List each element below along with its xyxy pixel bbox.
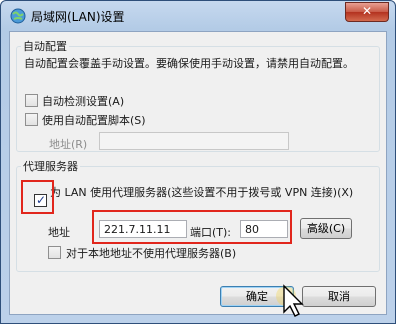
close-button[interactable]: ✕ — [345, 2, 389, 22]
globe-network-icon — [10, 8, 26, 24]
script-address-label: 地址(R) — [49, 138, 88, 151]
title-bar[interactable]: 局域网(LAN)设置 ✕ — [1, 1, 395, 29]
use-proxy-highlight-box — [21, 180, 54, 214]
dialog-client-area: 自动配置 自动配置会覆盖手动设置。要确保使用手动设置，请禁用自动配置。 自动检测… — [9, 31, 387, 315]
auto-detect-label[interactable]: 自动检测设置(A) — [42, 93, 124, 109]
auto-detect-checkbox[interactable] — [25, 94, 38, 107]
bypass-local-checkbox[interactable] — [48, 246, 61, 259]
auto-config-legend: 自动配置 — [23, 40, 67, 53]
use-proxy-label[interactable]: 为 LAN 使用代理服务器(这些设置不用于拨号或 VPN 连接)(X) — [50, 186, 368, 199]
cancel-button[interactable]: 取消 — [302, 286, 376, 307]
mouse-pointer-icon — [276, 284, 304, 317]
window-title: 局域网(LAN)设置 — [31, 10, 125, 24]
auto-config-description: 自动配置会覆盖手动设置。要确保使用手动设置，请禁用自动配置。 — [24, 57, 354, 70]
proxy-server-legend: 代理服务器 — [23, 160, 78, 173]
lan-settings-dialog: 局域网(LAN)设置 ✕ 自动配置 自动配置会覆盖手动设置。要确保使用手动设置，… — [0, 0, 396, 324]
proxy-address-label: 地址 — [48, 226, 70, 239]
bypass-local-label[interactable]: 对于本地地址不使用代理服务器(B) — [66, 245, 236, 261]
use-script-label[interactable]: 使用自动配置脚本(S) — [42, 112, 146, 128]
proxy-fields-highlight-box — [92, 210, 292, 244]
script-address-input[interactable] — [99, 132, 289, 150]
advanced-button[interactable]: 高级(C) — [300, 218, 352, 239]
use-script-checkbox[interactable] — [25, 113, 38, 126]
